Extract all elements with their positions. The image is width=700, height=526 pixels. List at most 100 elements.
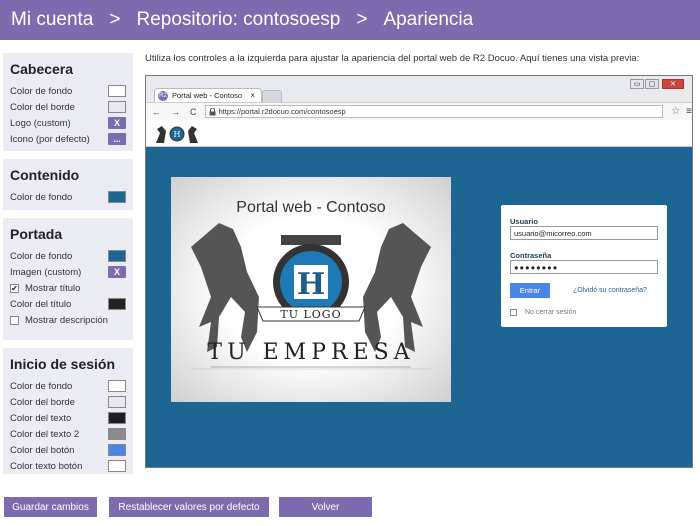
breadcrumb-repositorio[interactable]: Repositorio: contosoesp — [136, 9, 340, 31]
panel-title: Cabecera — [10, 61, 74, 77]
new-tab-icon — [262, 90, 282, 102]
breadcrumb-apariencia: Apariencia — [383, 9, 474, 30]
cabecera-border-color-swatch[interactable] — [108, 101, 126, 113]
breadcrumb: Mi cuenta > Repositorio: contosoesp > Ap… — [0, 0, 700, 40]
login-button-text-row: Color texto botón — [10, 458, 126, 474]
browser-chrome: R2 Portal web - Contoso × ▭ ▢ ✕ ← → C ht… — [146, 76, 692, 124]
logo-text: TU LOGO — [280, 308, 341, 321]
close-icon: × — [250, 91, 255, 100]
portada-bg-color-swatch[interactable] — [108, 250, 126, 262]
url-text: https://portal.r2docuo.com/contosoesp — [218, 107, 346, 116]
login-text2-label: Color del texto 2 — [10, 428, 80, 440]
login-button-row: Color del botón — [10, 442, 126, 458]
portada-title-color-swatch[interactable] — [108, 298, 126, 310]
address-bar-row: ← → C https://portal.r2docuo.com/contoso… — [146, 102, 692, 120]
panel-title: Inicio de sesión — [10, 356, 116, 372]
login-text-label: Color del texto — [10, 412, 72, 424]
url-field: https://portal.r2docuo.com/contosoesp — [204, 105, 664, 118]
cabecera-logo-row: Logo (custom) X — [10, 115, 126, 131]
contenido-bg-color-swatch[interactable] — [108, 191, 126, 203]
panel-cabecera: Cabecera Color de fondo Color del borde … — [3, 53, 133, 151]
reload-icon: C — [190, 106, 197, 117]
logo-letter: H — [297, 267, 325, 302]
show-description-checkbox-row[interactable]: Mostrar descripción — [10, 312, 126, 328]
show-title-label: Mostrar título — [25, 282, 81, 294]
show-description-checkbox[interactable] — [10, 315, 19, 325]
preview-browser: R2 Portal web - Contoso × ▭ ▢ ✕ ← → C ht… — [145, 75, 693, 468]
panel-inicio-sesion: Inicio de sesión Color de fondo Color de… — [3, 348, 133, 474]
portada-image-label: Imagen (custom) — [10, 266, 82, 278]
menu-icon: ≡ — [686, 106, 692, 117]
back-icon: ← — [152, 106, 161, 117]
panel-contenido: Contenido Color de fondo — [3, 159, 133, 210]
login-text-color-swatch[interactable] — [108, 412, 126, 424]
remove-image-button[interactable]: X — [108, 266, 126, 278]
breadcrumb-separator: > — [109, 9, 121, 30]
login-text2-color-swatch[interactable] — [108, 428, 126, 440]
login-button-text-label: Color texto botón — [10, 460, 83, 472]
login-submit-button: Entrar — [510, 283, 550, 298]
panel-title: Portada — [10, 226, 63, 242]
lock-icon — [209, 107, 215, 115]
remove-logo-button[interactable]: X — [108, 117, 126, 129]
portada-bg-label: Color de fondo — [10, 250, 73, 262]
login-bg-color-swatch[interactable] — [108, 380, 126, 392]
keep-session-row: No cerrar sesión — [510, 309, 576, 316]
forward-icon: → — [171, 106, 180, 117]
crest-logo-icon: H TU LOGO — [191, 223, 431, 370]
login-button-label: Color del botón — [10, 444, 75, 456]
svg-text:H: H — [174, 130, 181, 139]
preview-content: Portal web - Contoso H TU LOGO TU EMPRES… — [146, 147, 692, 467]
cabecera-border-label: Color del borde — [10, 101, 75, 113]
star-icon: ☆ — [671, 106, 681, 117]
back-button[interactable]: Volver — [279, 497, 372, 517]
keep-session-label: No cerrar sesión — [525, 309, 577, 316]
show-description-label: Mostrar descripción — [25, 314, 108, 326]
preview-header: H — [146, 120, 692, 147]
browser-tab: R2 Portal web - Contoso × — [154, 88, 262, 102]
portada-title-color-label: Color del título — [10, 298, 72, 310]
portada-bg-row: Color de fondo — [10, 248, 126, 264]
cabecera-bg-color-swatch[interactable] — [108, 85, 126, 97]
cabecera-icon-row: Icono (por defecto) ... — [10, 131, 126, 147]
maximize-icon: ▢ — [645, 79, 659, 89]
breadcrumb-separator: > — [356, 9, 368, 30]
r2-logo-icon: R2 — [158, 90, 168, 101]
show-title-checkbox-row[interactable]: ✔ Mostrar título — [10, 280, 126, 296]
reset-defaults-button[interactable]: Restablecer valores por defecto — [109, 497, 269, 517]
contenido-bg-row: Color de fondo — [10, 189, 126, 205]
login-text-row: Color del texto — [10, 410, 126, 426]
tab-title: Portal web - Contoso — [172, 91, 243, 100]
breadcrumb-mi-cuenta[interactable]: Mi cuenta — [11, 9, 93, 31]
login-button-color-swatch[interactable] — [108, 444, 126, 456]
save-button[interactable]: Guardar cambios — [4, 497, 97, 517]
login-border-color-swatch[interactable] — [108, 396, 126, 408]
panel-portada: Portada Color de fondo Imagen (custom) X… — [3, 218, 133, 340]
cabecera-bg-row: Color de fondo — [10, 83, 126, 99]
forgot-password-link: ¿Olvidó su contraseña? — [573, 287, 647, 294]
cabecera-logo-label: Logo (custom) — [10, 117, 71, 129]
company-name: TU EMPRESA — [207, 340, 415, 365]
keep-session-checkbox — [510, 309, 517, 316]
password-label: Contraseña — [510, 251, 552, 260]
hero-image: Portal web - Contoso H TU LOGO TU EMPRES… — [171, 177, 451, 402]
portada-title-color-row: Color del título — [10, 296, 126, 312]
login-button-text-color-swatch[interactable] — [108, 460, 126, 472]
login-text2-row: Color del texto 2 — [10, 426, 126, 442]
login-bg-row: Color de fondo — [10, 378, 126, 394]
header-logo-icon: H — [156, 126, 198, 143]
login-bg-label: Color de fondo — [10, 380, 73, 392]
cabecera-border-row: Color del borde — [10, 99, 126, 115]
close-icon: ✕ — [662, 79, 684, 89]
login-border-label: Color del borde — [10, 396, 75, 408]
minimize-icon: ▭ — [630, 79, 644, 89]
portada-image-row: Imagen (custom) X — [10, 264, 126, 280]
user-field: usuario@micorreo.com — [510, 226, 658, 240]
choose-icon-button[interactable]: ... — [108, 133, 126, 145]
panel-title: Contenido — [10, 167, 80, 183]
password-field: ●●●●●●●● — [510, 260, 658, 274]
show-title-checkbox[interactable]: ✔ — [10, 283, 19, 293]
intro-text: Utiliza los controles a la izquierda par… — [145, 53, 640, 64]
contenido-bg-label: Color de fondo — [10, 191, 73, 203]
user-label: Usuario — [510, 217, 538, 226]
